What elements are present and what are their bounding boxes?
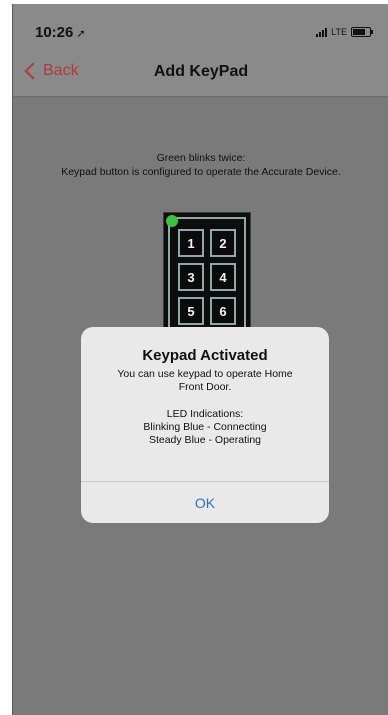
instruction-text: Green blinks twice: Keypad button is con…: [13, 151, 388, 179]
keypad-key-1: 1: [178, 229, 204, 257]
alert-title: Keypad Activated: [142, 347, 268, 364]
keypad-frame: 1 2 3 4 5 6: [166, 215, 246, 341]
alert-dialog: Keypad Activated You can use keypad to o…: [81, 327, 329, 523]
network-label: LTE: [331, 27, 347, 37]
ok-button[interactable]: OK: [81, 482, 329, 523]
time-text: 10:26: [35, 24, 74, 41]
location-arrow-icon: ➚: [76, 28, 86, 40]
signal-icon: [316, 27, 328, 37]
navigation-bar: Back Add KeyPad: [13, 54, 388, 97]
battery-icon: [351, 27, 373, 37]
phone-screen: 10:26 ➚ LTE Back Add KeyPad Green blinks …: [12, 4, 388, 715]
keypad-key-3: 3: [178, 263, 204, 291]
instruction-line-2: Keypad button is configured to operate t…: [61, 166, 341, 178]
alert-message-line-2: Front Door.: [178, 381, 232, 393]
instruction-line-1: Green blinks twice:: [156, 152, 246, 164]
led-indications-heading: LED Indications:: [166, 408, 244, 420]
keypad-key-6: 6: [210, 297, 236, 325]
alert-message: You can use keypad to operate Home Front…: [101, 368, 309, 394]
status-time: 10:26 ➚: [35, 24, 86, 41]
status-bar: 10:26 ➚ LTE: [13, 4, 388, 54]
keypad-illustration: 1 2 3 4 5 6: [163, 212, 251, 346]
alert-message-line-1: You can use keypad to operate Home: [117, 368, 293, 380]
led-blinking-blue: Blinking Blue - Connecting: [143, 421, 267, 433]
led-indicator: [166, 215, 178, 227]
status-indicators: LTE: [316, 27, 373, 37]
keypad-key-2: 2: [210, 229, 236, 257]
keypad-key-4: 4: [210, 263, 236, 291]
page-title: Add KeyPad: [153, 63, 249, 80]
keypad-key-5: 5: [178, 297, 204, 325]
led-indications: LED Indications: Blinking Blue - Connect…: [81, 408, 329, 447]
led-steady-blue: Steady Blue - Operating: [148, 434, 262, 446]
